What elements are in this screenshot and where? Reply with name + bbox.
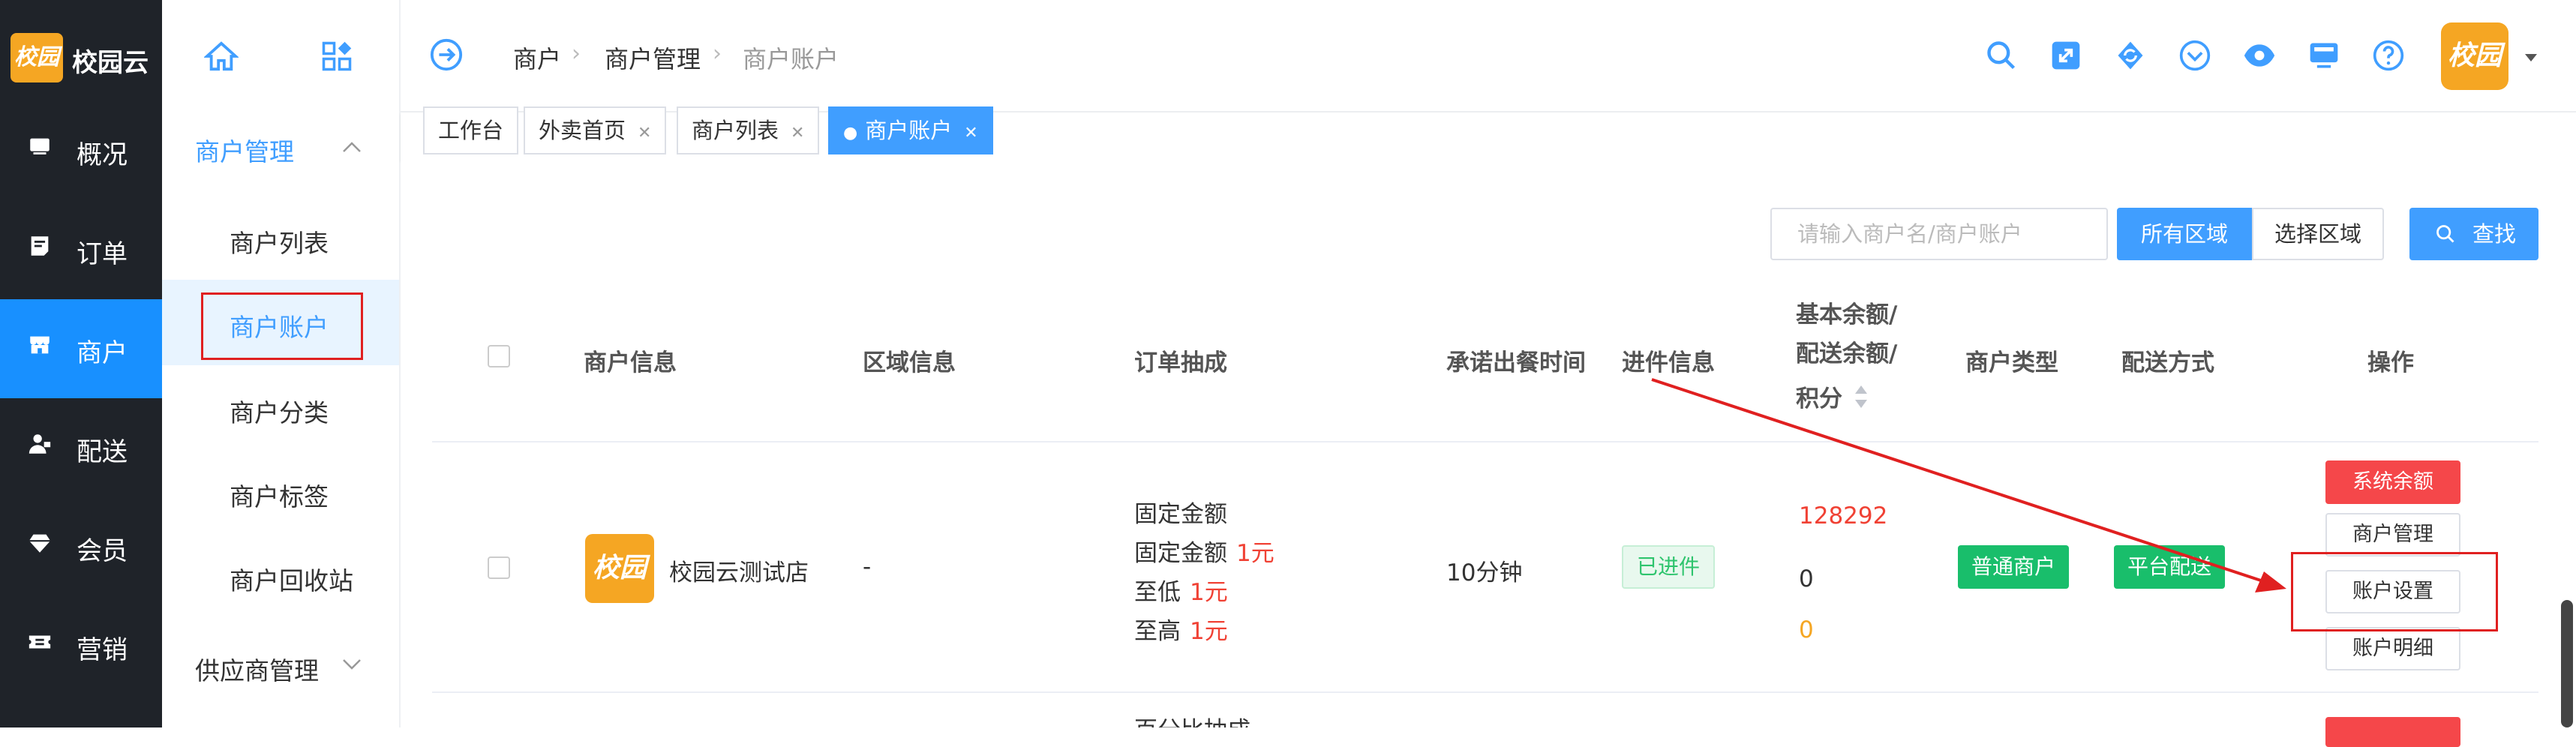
table-divider (432, 692, 2538, 693)
next-row-action-button[interactable] (2325, 717, 2460, 747)
annotation-arrow (1651, 378, 2286, 592)
next-row-commission-partial: 百分比抽成 (1134, 711, 1250, 728)
scrollbar[interactable] (2561, 600, 2573, 728)
